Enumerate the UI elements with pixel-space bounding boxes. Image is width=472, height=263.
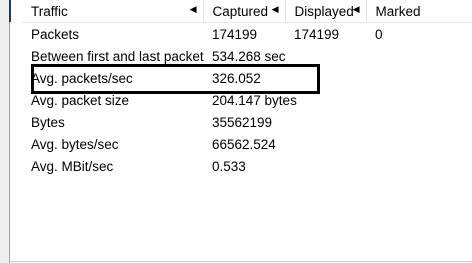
sort-arrow-icon[interactable]: ◀	[353, 4, 360, 15]
cell-marked	[366, 89, 472, 111]
cell-marked	[366, 155, 472, 177]
table-row[interactable]: Packets 174199 174199 0	[22, 23, 472, 46]
cell-displayed	[285, 67, 366, 89]
column-label: Displayed	[294, 3, 354, 19]
sort-arrow-icon[interactable]: ◀	[272, 4, 279, 15]
bottom-divider	[10, 261, 472, 262]
cell-traffic: Packets	[31, 26, 80, 42]
left-window-edge	[0, 0, 11, 263]
cell-marked	[366, 111, 472, 133]
cell-displayed	[285, 133, 366, 155]
cell-captured: 66562.524	[212, 136, 276, 152]
cell-traffic: Avg. packet size	[31, 92, 130, 108]
column-label: Captured	[212, 3, 269, 19]
table-row[interactable]: Bytes 35562199	[22, 111, 472, 133]
column-header-captured[interactable]: Captured ◀	[203, 0, 286, 23]
cell-displayed	[285, 111, 366, 133]
table-row[interactable]: Avg. bytes/sec 66562.524	[22, 133, 472, 155]
cell-traffic: Bytes	[31, 114, 65, 130]
cell-displayed	[285, 89, 366, 111]
cell-marked: 0	[375, 26, 383, 42]
table-row[interactable]: Avg. MBit/sec 0.533	[22, 155, 472, 177]
cell-displayed: 174199	[294, 26, 340, 42]
cell-captured: 35562199	[212, 114, 273, 130]
column-label: Traffic	[31, 3, 68, 19]
table-header-row: Traffic ◀ Captured ◀ Displayed ◀ Marked	[22, 0, 472, 23]
statistics-table-container: Traffic ◀ Captured ◀ Displayed ◀ Marked	[22, 0, 472, 263]
cell-traffic: Avg. packets/sec	[31, 70, 133, 86]
cell-captured: 326.052	[212, 70, 261, 86]
cell-traffic: Between first and last packet	[31, 48, 204, 64]
cell-captured: 0.533	[212, 158, 246, 174]
statistics-table: Traffic ◀ Captured ◀ Displayed ◀ Marked	[22, 0, 472, 177]
cell-traffic: Avg. bytes/sec	[31, 136, 119, 152]
column-header-marked[interactable]: Marked	[366, 0, 472, 23]
cell-marked	[366, 133, 472, 155]
cell-captured: 534.268 sec	[212, 48, 286, 64]
cell-marked	[366, 67, 472, 89]
table-row[interactable]: Avg. packet size 204.147 bytes	[22, 89, 472, 111]
cell-displayed	[285, 45, 366, 67]
statistics-window: Traffic ◀ Captured ◀ Displayed ◀ Marked	[0, 0, 472, 263]
column-header-traffic[interactable]: Traffic ◀	[22, 0, 204, 23]
cell-captured: 204.147 bytes	[212, 92, 297, 108]
column-label: Marked	[375, 3, 421, 19]
table-row[interactable]: Avg. packets/sec 326.052	[22, 67, 472, 89]
divider-line	[9, 22, 10, 263]
selection-marker	[9, 0, 11, 22]
sort-arrow-icon[interactable]: ◀	[190, 4, 197, 15]
cell-traffic: Avg. MBit/sec	[31, 158, 114, 174]
table-row[interactable]: Between first and last packet 534.268 se…	[22, 45, 472, 67]
cell-marked	[366, 45, 472, 67]
cell-captured: 174199	[212, 26, 258, 42]
column-header-displayed[interactable]: Displayed ◀	[285, 0, 367, 23]
cell-displayed	[285, 155, 366, 177]
